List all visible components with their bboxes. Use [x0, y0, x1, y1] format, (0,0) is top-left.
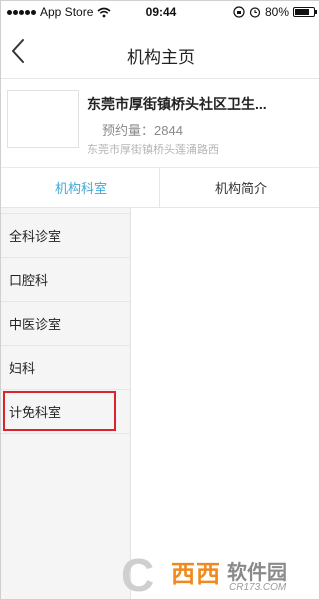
- watermark-logo: C 西西 软件园 CR173.COM: [121, 546, 319, 600]
- highlight-annotation: [3, 391, 116, 431]
- battery-fill: [295, 9, 310, 15]
- watermark-url: CR173.COM: [229, 582, 287, 593]
- org-thumbnail: [7, 90, 79, 148]
- status-bar: App Store 09:44 80%: [1, 1, 319, 23]
- org-header: 东莞市厚街镇桥头社区卫生... 预约量：2844 东莞市厚街镇桥头莲涌路西: [1, 80, 319, 168]
- tab-departments[interactable]: 机构科室: [1, 168, 161, 207]
- status-right: 80%: [233, 5, 317, 19]
- tab-divider: [159, 168, 160, 208]
- app-screen: App Store 09:44 80% 机构主页 东莞市厚街镇桥头社区卫生...…: [0, 0, 320, 600]
- watermark-brand: 西西: [171, 561, 221, 588]
- org-address: 东莞市厚街镇桥头莲涌路西: [87, 144, 219, 156]
- lock-rotation-icon: [233, 6, 245, 18]
- battery-percent: 80%: [264, 5, 289, 19]
- tab-bar: 机构科室 机构简介: [1, 168, 319, 208]
- page-title: 机构主页: [127, 48, 195, 67]
- department-item[interactable]: 中医诊室: [1, 302, 130, 346]
- org-name: 东莞市厚街镇桥头社区卫生...: [87, 96, 267, 112]
- alarm-icon: [249, 7, 261, 18]
- department-item[interactable]: 全科诊室: [1, 214, 130, 258]
- appointment-count: 预约量：2844: [102, 123, 183, 138]
- watermark-suffix: 软件园: [227, 562, 287, 584]
- watermark-c-glyph: C: [121, 549, 155, 600]
- tab-introduction[interactable]: 机构简介: [161, 168, 319, 207]
- navigation-bar: 机构主页: [1, 23, 319, 79]
- department-item[interactable]: 口腔科: [1, 258, 130, 302]
- department-item[interactable]: 妇科: [1, 346, 130, 390]
- battery-icon: [293, 7, 317, 17]
